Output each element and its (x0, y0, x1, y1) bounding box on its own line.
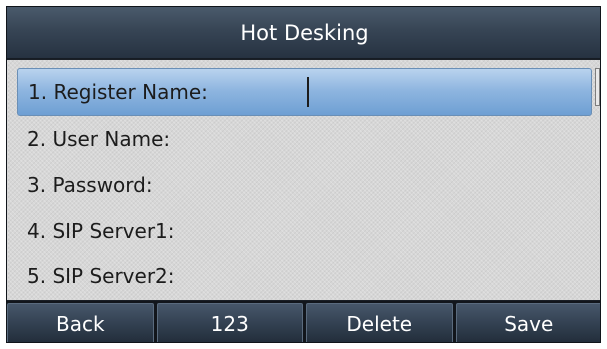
save-button[interactable]: Save (455, 303, 600, 342)
page-title: Hot Desking (7, 7, 600, 59)
softkey-bar: Back 123 Delete Save (7, 301, 600, 342)
form-list: 1. Register Name: 2. User Name: 3. Passw… (7, 60, 600, 300)
password-field[interactable]: 3. Password: (17, 161, 592, 209)
sip-server1-label: 4. SIP Server1: (27, 219, 175, 243)
input-mode-button[interactable]: 123 (156, 303, 303, 342)
scrollbar[interactable] (595, 68, 600, 106)
password-label: 3. Password: (27, 173, 153, 197)
register-name-label: 1. Register Name: (28, 80, 208, 104)
register-name-field[interactable]: 1. Register Name: (17, 68, 592, 116)
sip-server2-field[interactable]: 5. SIP Server2: (17, 252, 592, 300)
text-cursor (307, 77, 309, 107)
phone-screen: Hot Desking 1. Register Name: 2. User Na… (6, 6, 601, 343)
user-name-label: 2. User Name: (27, 127, 171, 151)
delete-button[interactable]: Delete (306, 303, 453, 342)
sip-server2-label: 5. SIP Server2: (27, 264, 175, 288)
user-name-field[interactable]: 2. User Name: (17, 115, 592, 163)
back-button[interactable]: Back (7, 303, 154, 342)
sip-server1-field[interactable]: 4. SIP Server1: (17, 207, 592, 255)
